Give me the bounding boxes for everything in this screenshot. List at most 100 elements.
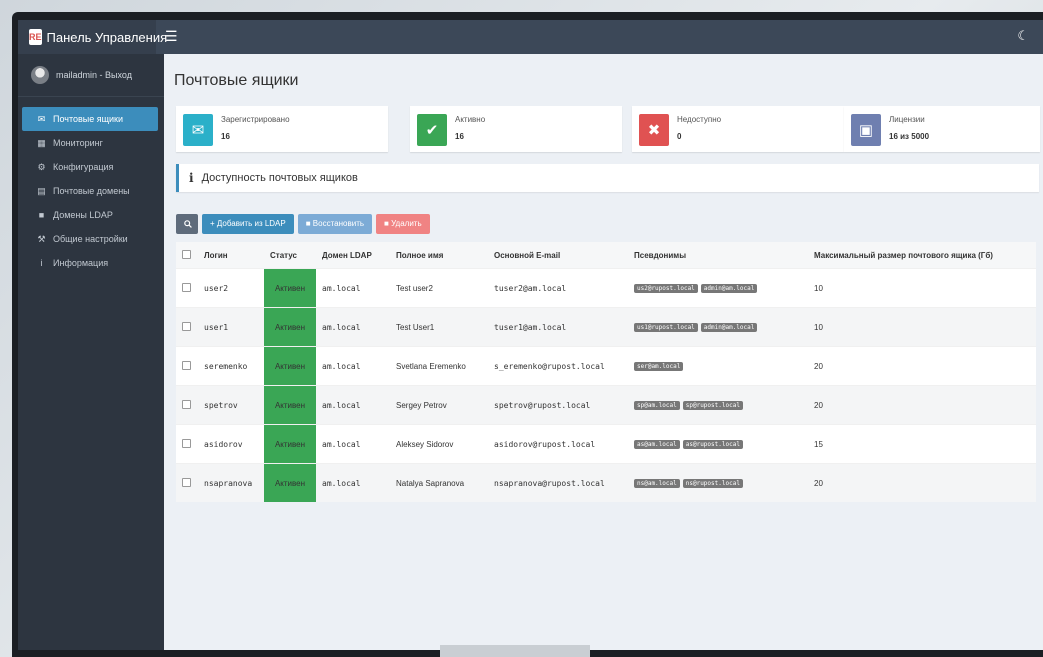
sidebar-item-label: Конфигурация [53, 162, 114, 172]
stat-label: Лицензии [889, 115, 925, 124]
screen: RE Панель Управления ☰ ☾ mailadmin - Вых… [18, 20, 1043, 650]
availability-panel: i Доступность почтовых ящиков [176, 164, 1039, 192]
sidebar-item-label: Почтовые домены [53, 186, 130, 196]
sidebar-item-label: Мониторинг [53, 138, 103, 148]
full-name: Test User1 [390, 307, 488, 347]
full-name: Test user2 [390, 268, 488, 308]
table-row[interactable]: asidorov Активен am.local Aleksey Sidorov as… [176, 424, 1036, 464]
top-bar: RE Панель Управления ☰ ☾ [18, 20, 1043, 54]
brand[interactable]: RE Панель Управления [18, 20, 167, 54]
full-name: Sergey Petrov [390, 385, 488, 425]
stat-box: ✔ Активно 16 [410, 106, 622, 152]
sidebar-item-2[interactable]: ⚙ Конфигурация [18, 155, 164, 179]
login-link[interactable]: seremenko [198, 346, 264, 386]
book-icon: ■ [38, 210, 45, 220]
row-checkbox[interactable] [176, 346, 198, 386]
max-size: 20 [808, 385, 1036, 425]
sidebar-item-3[interactable]: ▤ Почтовые домены [18, 179, 164, 203]
search-button[interactable] [176, 214, 198, 234]
column-header[interactable]: Основной E-mail [488, 242, 628, 269]
table-header: Логин Статус Домен LDAP Полное имя Основ… [176, 242, 1036, 269]
aliases: us1@rupost.local admin@am.local [628, 307, 808, 347]
row-checkbox[interactable] [176, 424, 198, 464]
column-header[interactable]: Домен LDAP [316, 242, 390, 269]
grid-icon: ▦ [37, 137, 46, 148]
primary-email: nsapranova@rupost.local [488, 463, 628, 502]
add-from-ldap-button[interactable]: + Добавить из LDAP [202, 214, 294, 234]
alias-badge: sp@rupost.local [682, 401, 743, 410]
main-content: Почтовые ящики ✉ Зарегистрировано 16 ✔ Актив… [164, 54, 1043, 650]
login-link[interactable]: user1 [198, 307, 264, 347]
delete-button[interactable]: ■ Удалить [376, 214, 430, 234]
aliases: us2@rupost.local admin@am.local [628, 268, 808, 308]
row-checkbox[interactable] [176, 385, 198, 425]
inbox-icon: ▤ [37, 185, 46, 196]
wrench-icon: ⚒ [37, 233, 46, 244]
sidebar-item-5[interactable]: ⚒ Общие настройки [18, 227, 164, 251]
aliases: sp@am.local sp@rupost.local [628, 385, 808, 425]
status-badge: Активен [264, 424, 316, 464]
table-row[interactable]: spetrov Активен am.local Sergey Petrov spetr… [176, 385, 1036, 425]
alias-badge: ser@am.local [634, 362, 684, 371]
table-row[interactable]: nsapranova Активен am.local Natalya Saprano… [176, 463, 1036, 502]
mailbox-table: Логин Статус Домен LDAP Полное имя Основ… [176, 242, 1036, 502]
alias-badge: as@rupost.local [682, 440, 743, 449]
table-row[interactable]: user2 Активен am.local Test user2 tuser2@am.… [176, 268, 1036, 308]
row-checkbox[interactable] [176, 463, 198, 502]
stat-value: 16 из 5000 [889, 132, 930, 141]
moon-icon[interactable]: ☾ [1017, 28, 1029, 44]
ldap-domain: am.local [316, 346, 390, 386]
stat-label: Зарегистрировано [221, 115, 290, 124]
status-badge: Активен [264, 268, 316, 308]
max-size: 10 [808, 268, 1036, 308]
column-header[interactable]: Статус [264, 242, 316, 269]
status-badge: Активен [264, 463, 316, 502]
table-row[interactable]: user1 Активен am.local Test User1 tuser1@am.… [176, 307, 1036, 347]
availability-title: Доступность почтовых ящиков [201, 172, 358, 184]
user-logout-link[interactable]: mailadmin - Выход [56, 70, 132, 80]
alias-badge: us2@rupost.local [634, 284, 698, 293]
login-link[interactable]: asidorov [198, 424, 264, 464]
trash-icon: ■ [305, 219, 313, 228]
login-link[interactable]: spetrov [198, 385, 264, 425]
status-badge: Активен [264, 385, 316, 425]
toolbar: + Добавить из LDAP ■ Восстановить ■ Удал… [176, 214, 434, 234]
delete-label: Удалить [391, 219, 422, 228]
monitor-stand [440, 645, 590, 657]
stat-label: Недоступно [677, 115, 722, 124]
sidebar-item-1[interactable]: ▦ Мониторинг [18, 131, 164, 155]
alias-badge: ns@am.local [634, 479, 680, 488]
stat-value: 0 [677, 132, 682, 141]
row-checkbox[interactable] [176, 268, 198, 308]
full-name: Aleksey Sidorov [390, 424, 488, 464]
restore-button[interactable]: ■ Восстановить [297, 214, 373, 234]
row-checkbox[interactable] [176, 307, 198, 347]
stat-value: 16 [455, 132, 464, 141]
table-row[interactable]: seremenko Активен am.local Svetlana Eremenk… [176, 346, 1036, 386]
login-link[interactable]: nsapranova [198, 463, 264, 502]
select-all-checkbox[interactable] [176, 242, 198, 269]
sidebar-item-4[interactable]: ■ Домены LDAP [18, 203, 164, 227]
stat-label: Активно [455, 115, 486, 124]
check-icon: ✔ [417, 114, 447, 146]
sidebar-item-0[interactable]: ✉ Почтовые ящики [22, 107, 158, 131]
sidebar-item-6[interactable]: i Информация [18, 251, 164, 275]
alias-badge: admin@am.local [700, 323, 758, 332]
monitor-frame: RE Панель Управления ☰ ☾ mailadmin - Вых… [12, 12, 1043, 657]
column-header[interactable]: Псевдонимы [628, 242, 808, 269]
stat-value: 16 [221, 132, 230, 141]
max-size: 20 [808, 346, 1036, 386]
primary-email: asidorov@rupost.local [488, 424, 628, 464]
alias-badge: ns@rupost.local [682, 479, 743, 488]
sidebar: mailadmin - Выход ✉ Почтовые ящики ▦ Монито… [18, 54, 164, 650]
column-header[interactable]: Логин [198, 242, 264, 269]
envelope-icon: ✉ [183, 114, 213, 146]
ldap-domain: am.local [316, 463, 390, 502]
column-header[interactable]: Полное имя [390, 242, 488, 269]
hamburger-icon[interactable]: ☰ [165, 28, 178, 45]
aliases: ser@am.local [628, 346, 808, 386]
alias-badge: us1@rupost.local [634, 323, 698, 332]
login-link[interactable]: user2 [198, 268, 264, 308]
mailbox-icon: ✉ [37, 113, 46, 124]
column-header[interactable]: Максимальный размер почтового ящика (Гб) [808, 242, 1036, 269]
